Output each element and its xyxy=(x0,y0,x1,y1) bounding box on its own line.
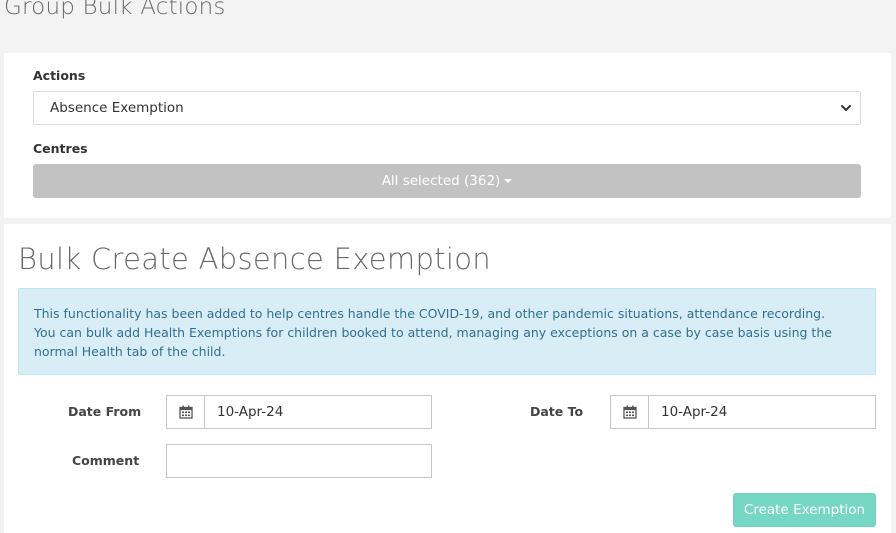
page-title: Group Bulk Actions xyxy=(4,0,226,20)
centres-multiselect-value: All selected (362) xyxy=(381,173,501,189)
date-to-input[interactable]: 10-Apr-24 xyxy=(648,395,876,429)
date-from-label: Date From xyxy=(68,404,142,419)
date-from-calendar-button[interactable] xyxy=(166,395,205,429)
actions-select-value: Absence Exemption xyxy=(50,100,184,116)
calendar-icon xyxy=(179,405,193,419)
info-line-1: This functionality has been added to hel… xyxy=(34,306,826,321)
centres-label: Centres xyxy=(33,141,88,156)
filter-panel: Actions Absence Exemption Centres All se… xyxy=(4,53,891,218)
comment-label: Comment xyxy=(72,453,140,468)
caret-down-icon xyxy=(504,179,513,183)
comment-input[interactable] xyxy=(166,444,432,478)
actions-select[interactable]: Absence Exemption xyxy=(33,91,861,125)
calendar-icon xyxy=(623,405,637,419)
chevron-down-icon xyxy=(841,105,851,111)
bulk-create-panel: Bulk Create Absence Exemption This funct… xyxy=(4,224,891,533)
date-from-input[interactable]: 10-Apr-24 xyxy=(204,395,432,429)
info-alert: This functionality has been added to hel… xyxy=(18,288,876,375)
actions-label: Actions xyxy=(33,68,86,83)
centres-multiselect[interactable]: All selected (362) xyxy=(33,164,861,198)
section-title: Bulk Create Absence Exemption xyxy=(18,242,491,276)
date-to-label: Date To xyxy=(530,404,584,419)
info-line-2: You can bulk add Health Exemptions for c… xyxy=(34,325,832,359)
create-exemption-button[interactable]: Create Exemption xyxy=(733,493,876,527)
date-to-calendar-button[interactable] xyxy=(610,395,649,429)
